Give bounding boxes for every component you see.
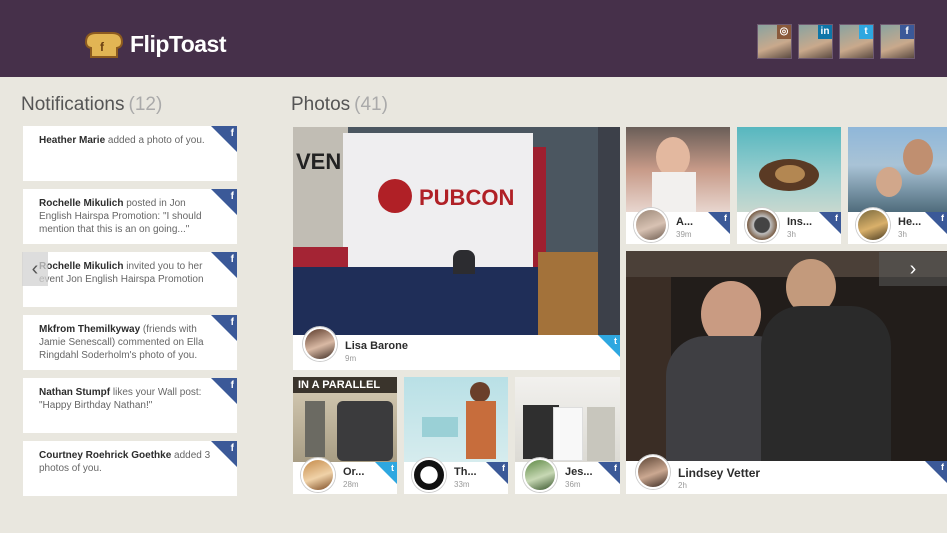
post-time: 33m [454,480,470,489]
avatar [301,458,335,492]
notifications-count: (12) [128,94,163,115]
avatar [634,208,668,242]
notification-item[interactable]: Rochelle Mikulich invited you to her eve… [23,252,237,307]
account-linkedin[interactable]: in [798,24,833,59]
app-header: f FlipToast ◎ in t f [0,0,947,77]
post-time: 39m [676,230,692,239]
photos-count: (41) [354,94,388,115]
notification-item[interactable]: Mkfrom Themilkyway (friends with Jamie S… [23,315,237,370]
facebook-icon: f [708,212,730,234]
facebook-icon: f [486,462,508,484]
post-time: 9m [345,354,357,363]
photo: IN A PARALLEL [293,377,397,462]
notifications-heading: Notifications (12) [21,94,163,115]
avatar [412,458,446,492]
photo-tile[interactable]: VEN PUBCON Lisa Barone 9m t [293,127,620,370]
instagram-icon [745,208,779,242]
facebook-icon: f [211,378,237,404]
author-name: Lisa Barone [345,340,408,352]
facebook-icon: f [211,441,237,467]
facebook-icon: f [211,315,237,341]
post-time: 2h [678,481,687,490]
instagram-icon: ◎ [777,25,791,39]
photo-tile[interactable]: Th... 33m f [404,377,508,494]
notification-item[interactable]: Nathan Stumpf likes your Wall post: "Hap… [23,378,237,433]
author-name: Th... [454,466,477,478]
photo-tile[interactable]: Ins... 3h f [737,127,841,244]
scroll-right-arrow-icon[interactable]: › [879,252,947,286]
twitter-icon: t [859,25,873,39]
author-name: Lindsey Vetter [678,466,761,480]
toast-logo-icon: f [84,32,124,58]
photo-tile[interactable]: Jes... 36m f [515,377,620,494]
account-facebook[interactable]: f [880,24,915,59]
scroll-left-arrow-icon[interactable]: ‹ [22,252,48,286]
photo [626,127,730,212]
facebook-icon: f [211,252,237,278]
post-time: 3h [787,230,796,239]
post-time: 3h [898,230,907,239]
photo [848,127,947,212]
author-name: Or... [343,466,365,478]
photo [404,377,508,462]
author-name: Jes... [565,466,593,478]
facebook-icon: f [819,212,841,234]
avatar [856,208,890,242]
photo-tile[interactable]: A... 39m f [626,127,730,244]
facebook-icon: f [598,462,620,484]
photos-heading: Photos (41) [291,94,388,115]
notification-item[interactable]: Heather Marie added a photo of you. f [23,126,237,181]
notification-item[interactable]: Rochelle Mikulich posted in Jon English … [23,189,237,244]
photo [737,127,841,212]
facebook-icon: f [925,461,947,483]
facebook-icon: f [211,126,237,152]
author-name: He... [898,216,922,228]
photo-tile[interactable]: IN A PARALLEL Or... 28m t [293,377,397,494]
avatar [523,458,557,492]
author-name: Ins... [787,216,813,228]
author-name: A... [676,216,694,228]
photo-tile[interactable]: He... 3h f [848,127,947,244]
app-title: FlipToast [130,31,227,57]
facebook-icon: f [211,189,237,215]
linkedin-icon: in [818,25,832,39]
avatar [303,327,337,361]
post-time: 28m [343,480,359,489]
account-twitter[interactable]: t [839,24,874,59]
photo-tile[interactable]: Lindsey Vetter 2h f [626,251,947,494]
account-instagram[interactable]: ◎ [757,24,792,59]
facebook-icon: f [925,212,947,234]
post-time: 36m [565,480,581,489]
photo [515,377,620,462]
photo: VEN PUBCON [293,127,620,337]
twitter-icon: t [598,335,620,357]
notification-item[interactable]: Courtney Roehrick Goethke added 3 photos… [23,441,237,496]
twitter-icon: t [375,462,397,484]
facebook-icon: f [900,25,914,39]
avatar [636,455,670,489]
